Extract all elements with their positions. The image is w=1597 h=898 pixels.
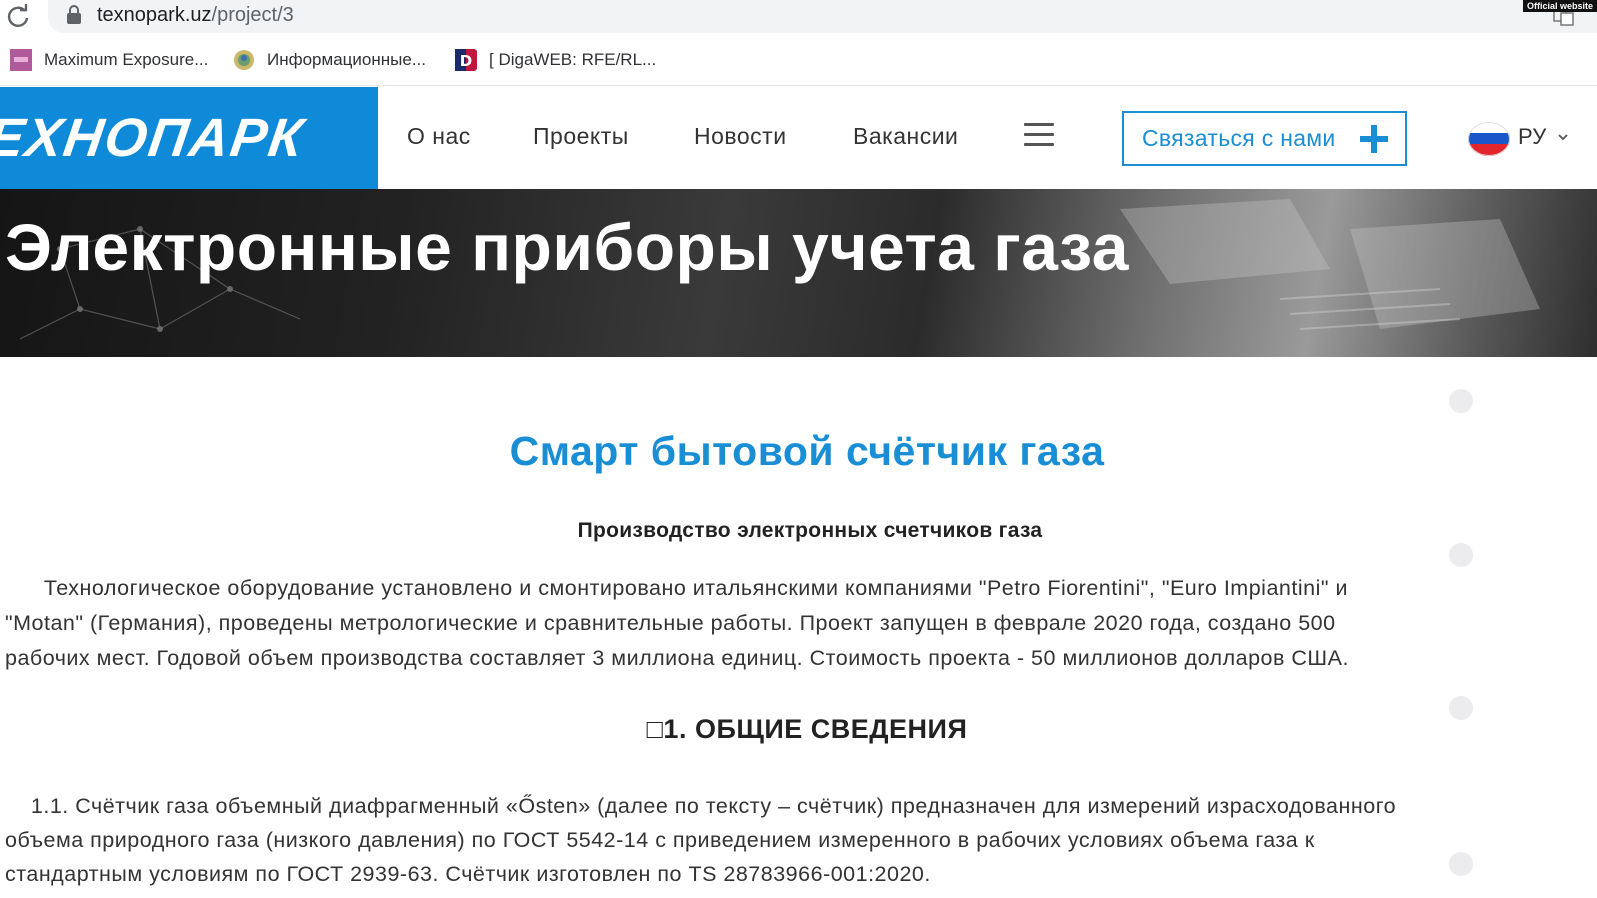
nav-projects[interactable]: Проекты: [533, 123, 629, 150]
decorative-dot: [1449, 696, 1473, 720]
bookmark-label: Информационные...: [267, 50, 426, 69]
reload-icon[interactable]: [4, 2, 32, 30]
russia-flag-icon[interactable]: [1468, 122, 1510, 156]
section-line-2: объема природного газа (низкого давления…: [5, 828, 1315, 852]
decorative-dot: [1449, 543, 1473, 567]
logo-text: ЕХНОПАРК: [0, 108, 309, 168]
contact-us-label: Связаться с нами: [1142, 125, 1336, 151]
nav-news[interactable]: Новости: [694, 123, 787, 150]
section-heading: □1. ОБЩИЕ СВЕДЕНИЯ: [646, 714, 968, 744]
url-path: /project/3: [211, 4, 294, 26]
nav-vacancies[interactable]: Вакансии: [853, 123, 958, 150]
bookmarks-bar: Maximum Exposure... Информационные... D …: [0, 34, 1597, 86]
site-header: ЕХНОПАРК О нас Проекты Новости Вакансии …: [0, 87, 1597, 189]
language-selector[interactable]: РУ: [1518, 124, 1546, 150]
site-logo[interactable]: ЕХНОПАРК: [0, 87, 378, 189]
intro-line-2: "Motan" (Германия), проведены метрологич…: [5, 611, 1336, 635]
hero-title: Электронные приборы учета газа: [5, 210, 1129, 284]
official-website-badge: Official website: [1522, 0, 1597, 12]
digaweb-favicon: D: [455, 49, 477, 71]
hamburger-menu-icon[interactable]: [1024, 123, 1054, 149]
plus-icon: [1360, 125, 1388, 153]
nav-about[interactable]: О нас: [407, 123, 471, 150]
section-line-1: 1.1. Счётчик газа объемный диафрагменный…: [5, 794, 1397, 818]
svg-text:D: D: [460, 52, 472, 70]
bookmark-label: Maximum Exposure...: [44, 50, 209, 69]
intro-line-1: Технологическое оборудование установлено…: [5, 576, 1348, 600]
url-text[interactable]: texnopark.uz/project/3: [97, 4, 294, 27]
chevron-down-icon[interactable]: [1557, 132, 1569, 142]
emblem-favicon: [234, 50, 254, 70]
intro-line-3: рабочих мест. Годовой объем производства…: [5, 646, 1349, 670]
section-line-3: стандартным условиям по ГОСТ 2939-63. Сч…: [5, 862, 931, 886]
bookmark-label: [ DigaWEB: RFE/RL...: [489, 50, 657, 69]
url-host: texnopark.uz: [97, 4, 212, 26]
page-subtitle: Производство электронных счетчиков газа: [577, 519, 1043, 542]
hero-banner: Электронные приборы учета газа: [0, 189, 1597, 357]
decorative-dot: [1449, 389, 1473, 413]
bookmark-digaweb[interactable]: D [ DigaWEB: RFE/RL...: [455, 48, 656, 72]
bookmark-maximum-exposure[interactable]: Maximum Exposure...: [10, 48, 208, 72]
page-title: Смарт бытовой счётчик газа: [509, 428, 1105, 474]
decorative-dot: [1449, 852, 1473, 876]
lock-icon[interactable]: [66, 5, 82, 25]
browser-address-bar: texnopark.uz/project/3 Official website: [0, 0, 1597, 34]
maximum-exposure-favicon: [10, 49, 32, 71]
bookmark-information[interactable]: Информационные...: [233, 48, 426, 72]
contact-us-button[interactable]: Связаться с нами: [1122, 111, 1407, 166]
